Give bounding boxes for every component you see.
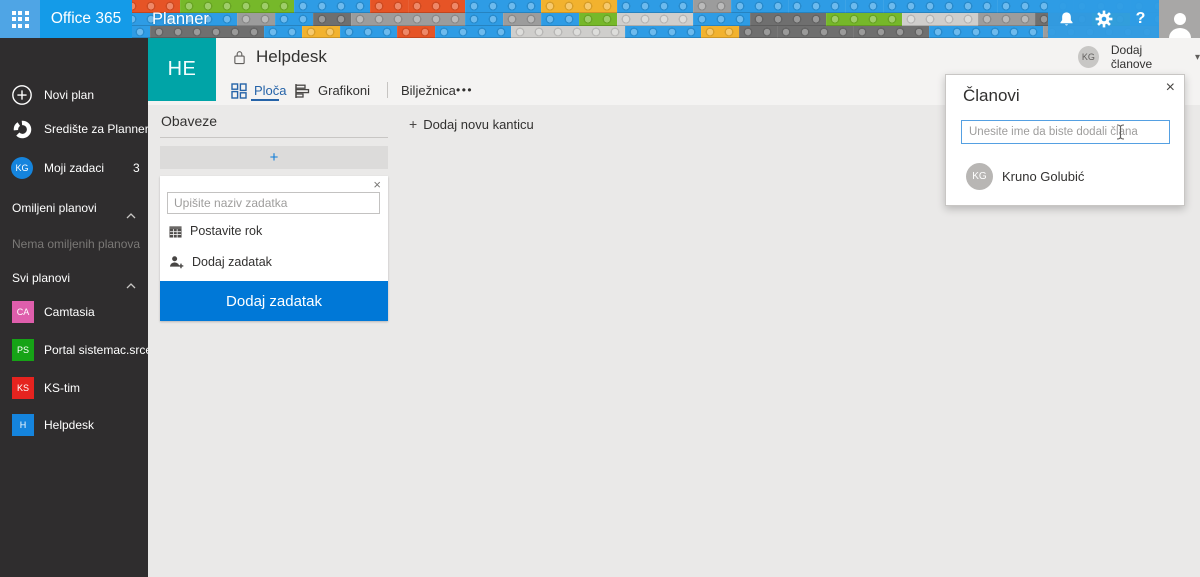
my-tasks-count-badge: 3 — [133, 161, 140, 175]
account-avatar-button[interactable] — [1159, 0, 1200, 38]
set-due-date-label: Postavite rok — [190, 224, 263, 238]
new-task-card: × Postavite rok Dodaj zadatak Dodaj zada… — [160, 176, 388, 321]
help-button[interactable]: ? — [1122, 0, 1159, 38]
planner-hub-icon — [11, 118, 33, 140]
member-search-input[interactable] — [961, 120, 1170, 144]
charts-icon — [295, 83, 310, 98]
add-bucket-label: Dodaj novu kanticu — [423, 116, 534, 132]
plan-name: KS-tim — [44, 381, 80, 395]
assign-task-label: Dodaj zadatak — [192, 255, 272, 269]
member-list-item[interactable]: KG Kruno Golubić — [966, 163, 1084, 190]
tab-separator — [387, 82, 388, 98]
top-bar: Office 365 Planner ? — [0, 0, 1200, 38]
my-tasks-avatar: KG — [11, 157, 33, 179]
app-title: Planner — [152, 10, 209, 28]
my-tasks-label: Moji zadaci — [44, 161, 105, 175]
sidebar-plan-portal[interactable]: PS Portal sistemac.srce.hr — [0, 339, 166, 361]
bell-icon — [1060, 11, 1073, 25]
tab-notebook[interactable]: Bilježnica — [401, 80, 456, 101]
plan-name: Camtasia — [44, 305, 95, 319]
close-icon[interactable]: × — [373, 178, 381, 192]
sidebar-plan-helpdesk[interactable]: H Helpdesk — [0, 414, 148, 436]
text-cursor-icon — [1115, 124, 1126, 145]
add-bucket-button[interactable]: + Dodaj novu kanticu — [409, 114, 534, 134]
add-members-dropdown[interactable]: Dodaj članove — [1111, 43, 1183, 71]
add-card-button[interactable]: + — [160, 146, 388, 169]
app-launcher-button[interactable] — [0, 0, 40, 38]
tab-charts[interactable]: Grafikoni — [294, 80, 370, 101]
calendar-icon — [169, 225, 182, 238]
chevron-up-icon — [126, 276, 136, 294]
set-due-date-button[interactable]: Postavite rok — [169, 224, 262, 238]
tab-charts-label: Grafikoni — [318, 83, 371, 98]
header-members-area: KG Dodaj članove ▾ — [1078, 43, 1200, 71]
active-tab-underline — [251, 99, 279, 101]
caret-down-icon: ▾ — [1194, 51, 1200, 63]
plus-circle-icon — [11, 84, 33, 106]
assign-task-button[interactable]: Dodaj zadatak — [169, 255, 272, 269]
plan-tile-ks: KS — [12, 377, 34, 399]
question-mark-icon: ? — [1135, 10, 1146, 27]
sidebar-plan-ks-tim[interactable]: KS KS-tim — [0, 377, 148, 399]
office-365-home-link[interactable]: Office 365 — [40, 0, 132, 38]
favorites-empty-text: Nema omiljenih planova — [12, 237, 141, 251]
all-plans-header-label: Svi planovi — [12, 271, 71, 285]
member-name: Kruno Golubić — [1002, 169, 1085, 184]
plan-title: Helpdesk — [256, 47, 327, 66]
new-plan-label: Novi plan — [44, 88, 95, 102]
settings-button[interactable] — [1085, 0, 1122, 38]
plan-initials-tile: HE — [148, 38, 216, 101]
bucket-title: Obaveze — [161, 113, 218, 129]
chevron-up-icon — [126, 206, 136, 224]
planner-app: Office 365 Planner ? Novi plan Središte … — [0, 0, 1200, 577]
plan-tile-ps: PS — [12, 339, 34, 361]
plan-tile-ca: CA — [12, 301, 34, 323]
lock-icon — [233, 50, 246, 70]
notifications-button[interactable] — [1048, 0, 1085, 38]
more-options-button[interactable]: ••• — [456, 80, 473, 101]
members-panel-title: Članovi — [963, 86, 1020, 105]
plus-icon: + — [409, 116, 418, 132]
plan-tile-h: H — [12, 414, 34, 436]
tab-notebook-label: Bilježnica — [401, 83, 456, 98]
sidebar: Novi plan Središte za Planner KG Moji za… — [0, 38, 166, 577]
favorites-section-header[interactable]: Omiljeni planovi — [0, 201, 148, 219]
member-avatar-badge[interactable]: KG — [1078, 46, 1099, 68]
planner-hub-label: Središte za Planner — [44, 122, 149, 136]
sidebar-item-new-plan[interactable]: Novi plan — [0, 84, 148, 106]
add-task-submit-button[interactable]: Dodaj zadatak — [160, 281, 388, 321]
member-avatar: KG — [966, 163, 993, 190]
assign-person-icon — [169, 256, 184, 269]
bucket-divider — [160, 137, 388, 138]
gear-icon — [1095, 10, 1112, 28]
waffle-icon — [11, 10, 29, 28]
sidebar-plan-camtasia[interactable]: CA Camtasia — [0, 301, 148, 323]
sidebar-item-my-tasks[interactable]: KG Moji zadaci 3 — [0, 157, 148, 179]
tab-board-label: Ploča — [254, 83, 287, 98]
sidebar-item-planner-hub[interactable]: Središte za Planner — [0, 118, 149, 140]
board-icon — [231, 82, 247, 99]
plan-name: Helpdesk — [44, 418, 95, 432]
brand-label: Office 365 — [50, 10, 122, 27]
task-title-input[interactable] — [167, 192, 380, 214]
all-plans-section-header[interactable]: Svi planovi — [0, 271, 148, 289]
close-icon[interactable]: × — [1166, 79, 1175, 97]
favorites-header-label: Omiljeni planovi — [12, 201, 97, 215]
members-panel: Članovi × KG Kruno Golubić — [945, 74, 1185, 206]
person-silhouette-icon — [1168, 13, 1191, 38]
plus-icon: + — [269, 149, 279, 166]
tab-board[interactable]: Ploča — [231, 80, 287, 101]
